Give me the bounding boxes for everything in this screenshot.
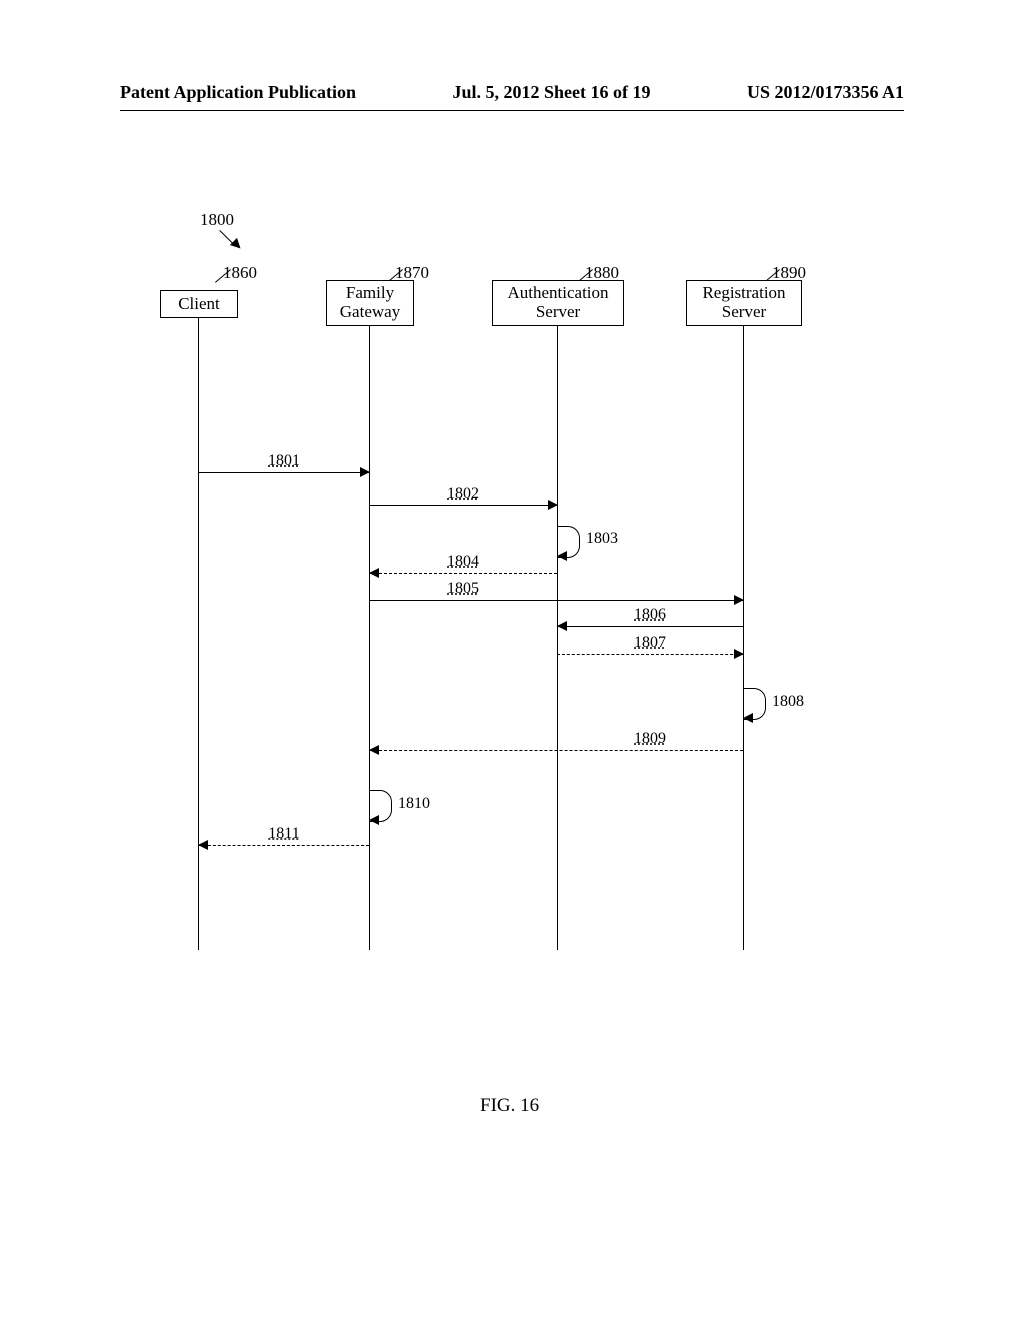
msg-1804 — [369, 573, 557, 574]
msg-1809 — [369, 750, 743, 751]
msg-1806 — [557, 626, 743, 627]
lifeline-label: Authentication Server — [507, 284, 608, 321]
header-middle: Jul. 5, 2012 Sheet 16 of 19 — [453, 82, 651, 110]
lifeline-label: Family Gateway — [340, 284, 400, 321]
diagram-ref-arrow — [220, 230, 238, 248]
diagram-ref: 1800 — [200, 210, 234, 230]
arrow-icon — [557, 551, 567, 561]
msg-label: 1807 — [632, 634, 668, 652]
figure-caption: FIG. 16 — [480, 1095, 539, 1117]
msg-label: 1801 — [266, 452, 302, 470]
msg-label: 1810 — [398, 795, 430, 813]
msg-1802 — [369, 505, 557, 506]
arrow-icon — [360, 467, 370, 477]
arrow-icon — [734, 649, 744, 659]
msg-1811 — [198, 845, 369, 846]
sequence-diagram: 1800 1860 1870 1880 1890 Client Family G… — [120, 210, 910, 980]
lifeline-label: Registration Server — [702, 284, 785, 321]
msg-label: 1805 — [445, 580, 481, 598]
lifeline-box-gateway: Family Gateway — [326, 280, 414, 326]
lifeline-gateway — [369, 326, 370, 950]
page-header: Patent Application Publication Jul. 5, 2… — [120, 82, 904, 111]
msg-label: 1806 — [632, 606, 668, 624]
lifeline-client — [198, 318, 199, 950]
lifeline-reg — [743, 326, 744, 950]
arrow-icon — [743, 713, 753, 723]
msg-1801 — [198, 472, 369, 473]
header-left: Patent Application Publication — [120, 82, 356, 110]
lifeline-box-reg: Registration Server — [686, 280, 802, 326]
msg-label: 1802 — [445, 485, 481, 503]
arrow-icon — [369, 568, 379, 578]
msg-label: 1811 — [266, 825, 301, 843]
msg-label: 1809 — [632, 730, 668, 748]
arrow-icon — [557, 621, 567, 631]
arrow-icon — [369, 815, 379, 825]
lifeline-box-client: Client — [160, 290, 238, 318]
lifeline-auth — [557, 326, 558, 950]
msg-label: 1803 — [586, 530, 618, 548]
arrow-icon — [548, 500, 558, 510]
arrow-icon — [369, 745, 379, 755]
msg-1807 — [557, 654, 743, 655]
arrow-icon — [198, 840, 208, 850]
arrow-icon — [734, 595, 744, 605]
ref-client: 1860 — [223, 263, 257, 283]
msg-label: 1808 — [772, 693, 804, 711]
header-right: US 2012/0173356 A1 — [747, 82, 904, 110]
msg-1805 — [369, 600, 743, 601]
page: Patent Application Publication Jul. 5, 2… — [0, 0, 1024, 1320]
lifeline-box-auth: Authentication Server — [492, 280, 624, 326]
lifeline-label: Client — [178, 295, 220, 314]
msg-label: 1804 — [445, 553, 481, 571]
